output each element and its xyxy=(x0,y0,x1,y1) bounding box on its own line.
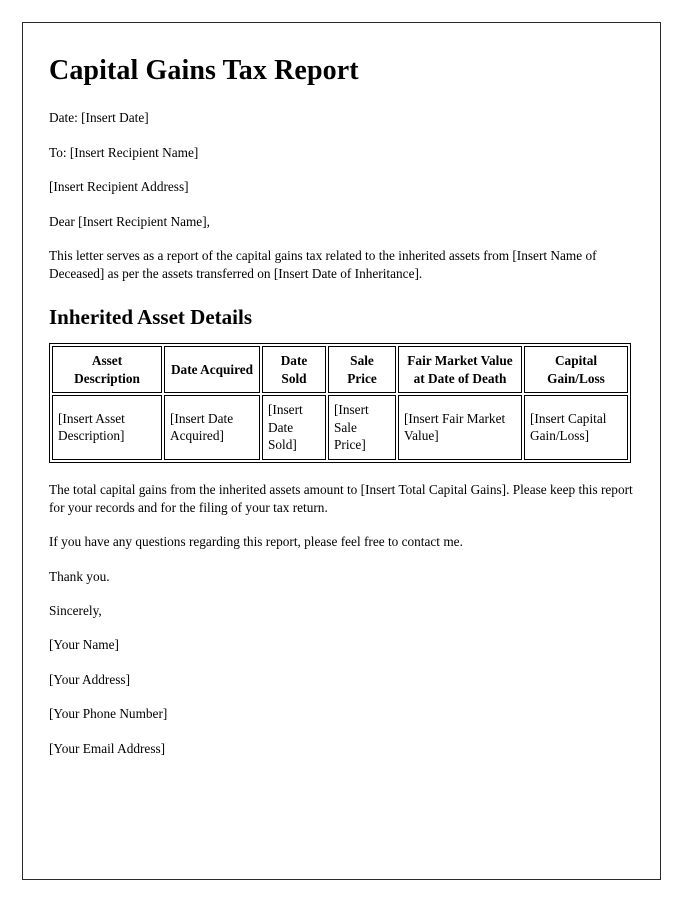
date-line: Date: [Insert Date] xyxy=(49,110,149,126)
total-capital-gains-paragraph: The total capital gains from the inherit… xyxy=(49,481,633,515)
cell-date-acquired: [Insert Date Acquired] xyxy=(164,395,260,460)
salutation-line: Dear [Insert Recipient Name], xyxy=(49,213,210,229)
table-header-row: Asset Description Date Acquired Date Sol… xyxy=(52,345,628,394)
thank-you-line: Thank you. xyxy=(49,568,110,584)
cell-fair-market-value: [Insert Fair Market Value] xyxy=(398,395,522,460)
recipient-address-line: [Insert Recipient Address] xyxy=(49,179,189,195)
intro-paragraph: This letter serves as a report of the ca… xyxy=(49,247,597,281)
table-row: [Insert Asset Description] [Insert Date … xyxy=(52,395,628,460)
section-title-inherited-asset-details: Inherited Asset Details xyxy=(49,304,252,329)
cell-asset-description: [Insert Asset Description] xyxy=(52,395,162,460)
document-page-frame: Capital Gains Tax Report Date: [Insert D… xyxy=(22,22,661,880)
page-title: Capital Gains Tax Report xyxy=(49,55,359,86)
recipient-name-line: To: [Insert Recipient Name] xyxy=(49,144,199,160)
inherited-asset-table: Asset Description Date Acquired Date Sol… xyxy=(49,342,631,463)
cell-capital-gain-loss: [Insert Capital Gain/Loss] xyxy=(524,395,628,460)
column-header-fair-market-value: Fair Market Value at Date of Death xyxy=(398,345,522,394)
cell-date-sold: [Insert Date Sold] xyxy=(262,395,326,460)
column-header-capital-gain-loss: Capital Gain/Loss xyxy=(524,345,628,394)
cell-sale-price: [Insert Sale Price] xyxy=(328,395,396,460)
signature-your-name: [Your Name] xyxy=(49,637,119,653)
signature-your-email-address: [Your Email Address] xyxy=(49,740,166,756)
column-header-sale-price: Sale Price xyxy=(328,345,396,394)
column-header-date-sold: Date Sold xyxy=(262,345,326,394)
closing-line: Sincerely, xyxy=(49,602,102,618)
column-header-date-acquired: Date Acquired xyxy=(164,345,260,394)
document-body: Capital Gains Tax Report Date: [Insert D… xyxy=(23,23,660,758)
signature-your-phone-number: [Your Phone Number] xyxy=(49,706,168,722)
questions-paragraph: If you have any questions regarding this… xyxy=(49,534,463,550)
signature-your-address: [Your Address] xyxy=(49,671,131,687)
column-header-asset-description: Asset Description xyxy=(52,345,162,394)
